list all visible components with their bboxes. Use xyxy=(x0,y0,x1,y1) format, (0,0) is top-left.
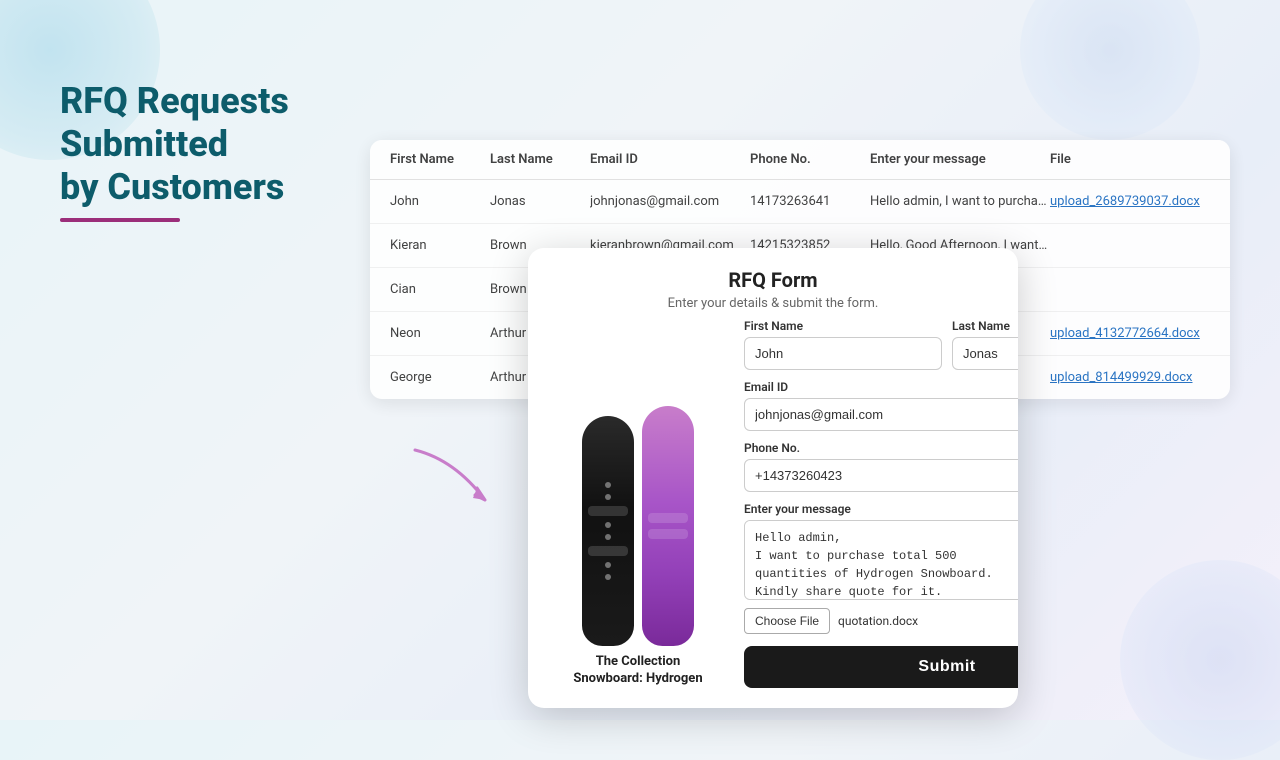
col-phone: Phone No. xyxy=(750,152,870,167)
last-name-label: Last Name xyxy=(952,319,1018,333)
cell-last-name: Jonas xyxy=(490,194,590,209)
phone-label: Phone No. xyxy=(744,441,1018,455)
email-label: Email ID xyxy=(744,380,1018,394)
snowboard-purple xyxy=(642,406,694,646)
form-section: First Name Last Name Email ID Phone No. xyxy=(728,319,1018,688)
table-header: First Name Last Name Email ID Phone No. … xyxy=(370,140,1230,180)
email-group: Email ID xyxy=(744,380,1018,431)
snowboard-black xyxy=(582,416,634,646)
col-first-name: First Name xyxy=(390,152,490,167)
email-input[interactable] xyxy=(744,398,1018,431)
choose-file-button[interactable]: Choose File xyxy=(744,608,830,634)
rfq-modal: RFQ Form Enter your details & submit the… xyxy=(528,248,1018,708)
file-name: quotation.docx xyxy=(838,614,918,628)
cell-file-link[interactable]: upload_4132772664.docx xyxy=(1050,326,1210,341)
cell-first-name: Kieran xyxy=(390,238,490,253)
cell-message: Hello admin, I want to purchase total 50… xyxy=(870,194,1050,209)
snowboard-dot xyxy=(605,534,611,540)
first-name-label: First Name xyxy=(744,319,942,333)
message-group: Enter your message Hello admin, I want t… xyxy=(744,502,1018,600)
last-name-input[interactable] xyxy=(952,337,1018,370)
submit-button[interactable]: Submit xyxy=(744,646,1018,688)
snowboard-dot xyxy=(605,562,611,568)
cell-file-link[interactable]: upload_2689739037.docx xyxy=(1050,194,1210,209)
first-name-input[interactable] xyxy=(744,337,942,370)
snowboard-strap xyxy=(588,506,628,516)
message-textarea[interactable]: Hello admin, I want to purchase total 50… xyxy=(744,520,1018,600)
snowboard-strap xyxy=(648,529,688,539)
cell-email: johnjonas@gmail.com xyxy=(590,194,750,209)
snowboard-dot xyxy=(605,494,611,500)
col-message: Enter your message xyxy=(870,152,1050,167)
snowboard-images xyxy=(582,396,694,646)
snowboard-strap xyxy=(648,513,688,523)
modal-header: RFQ Form Enter your details & submit the… xyxy=(528,248,1018,319)
modal-body: The Collection Snowboard: Hydrogen First… xyxy=(528,319,1018,708)
table-row: John Jonas johnjonas@gmail.com 141732636… xyxy=(370,180,1230,224)
page-title: RFQ Requests Submitted by Customers xyxy=(60,80,340,210)
phone-group: Phone No. xyxy=(744,441,1018,492)
snowboard-dot xyxy=(605,574,611,580)
modal-subtitle: Enter your details & submit the form. xyxy=(548,296,998,311)
last-name-group: Last Name xyxy=(952,319,1018,370)
col-file: File xyxy=(1050,152,1210,167)
bg-blob-tr xyxy=(1020,0,1200,140)
page-title-section: RFQ Requests Submitted by Customers xyxy=(60,80,340,222)
title-underline xyxy=(60,218,180,222)
col-last-name: Last Name xyxy=(490,152,590,167)
first-name-group: First Name xyxy=(744,319,942,370)
cell-first-name: John xyxy=(390,194,490,209)
col-email: Email ID xyxy=(590,152,750,167)
cell-first-name: Cian xyxy=(390,282,490,297)
phone-input[interactable] xyxy=(744,459,1018,492)
message-label: Enter your message xyxy=(744,502,1018,516)
cell-first-name: George xyxy=(390,370,490,385)
snowboard-dot xyxy=(605,522,611,528)
cell-file-link[interactable]: upload_814499929.docx xyxy=(1050,370,1210,385)
cell-first-name: Neon xyxy=(390,326,490,341)
bg-blob-br xyxy=(1120,560,1280,760)
product-section: The Collection Snowboard: Hydrogen xyxy=(548,319,728,688)
cell-phone: 14173263641 xyxy=(750,194,870,209)
modal-title: RFQ Form xyxy=(548,268,998,292)
snowboard-dot xyxy=(605,482,611,488)
product-name: The Collection Snowboard: Hydrogen xyxy=(573,654,702,688)
snowboard-strap xyxy=(588,546,628,556)
name-row: First Name Last Name xyxy=(744,319,1018,370)
file-row: Choose File quotation.docx xyxy=(744,608,1018,634)
arrow-decoration xyxy=(395,440,545,540)
